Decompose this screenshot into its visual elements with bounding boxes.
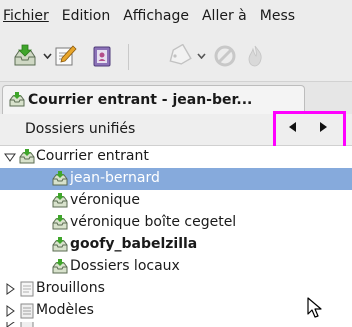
menu-affichage-label: Affichage (123, 8, 189, 24)
write-button[interactable] (53, 42, 77, 70)
tree-row-label: goofy_babelzilla (70, 236, 198, 252)
inbox-folder-icon (52, 259, 68, 274)
menu-aller-a[interactable]: Aller à (195, 8, 253, 24)
address-book-button[interactable] (90, 42, 114, 70)
tree-row-label: jean-bernard (70, 170, 160, 186)
menu-aller-a-label: Aller à (201, 8, 247, 24)
templates-folder-icon (20, 303, 34, 319)
mouse-cursor-icon (307, 297, 322, 318)
tree-row-veronique-cegetel[interactable]: véronique boîte cegetel (0, 212, 352, 234)
delete-button[interactable] (245, 42, 265, 70)
get-mail-button[interactable] (12, 42, 52, 70)
tree-row-label: Brouillons (36, 280, 105, 296)
tree-row-label: Modèles (36, 302, 94, 318)
previous-view-arrow-icon[interactable] (286, 120, 298, 134)
expand-triangle-closed-icon (6, 322, 15, 327)
inbox-folder-icon (52, 215, 68, 230)
tab-title: Courrier entrant - jean-ber... (28, 92, 253, 108)
menu-affichage[interactable]: Affichage (116, 8, 195, 24)
menu-messages[interactable]: Mess (253, 8, 301, 24)
inbox-folder-icon (52, 171, 68, 186)
chevron-down-icon[interactable] (197, 53, 206, 59)
menu-edition[interactable]: Edition (55, 8, 116, 24)
inbox-download-icon (14, 44, 36, 66)
drafts-folder-icon (20, 281, 34, 297)
tree-row-partial (0, 322, 352, 327)
toolbar-separator (128, 44, 129, 70)
tree-row-veronique[interactable]: véronique (0, 190, 352, 212)
block-icon (214, 45, 236, 67)
tree-row-courrier-entrant[interactable]: Courrier entrant (0, 146, 352, 168)
menu-messages-label: Mess (259, 8, 296, 24)
pencil-notepad-icon (55, 45, 77, 66)
tree-row-goofy-babelzilla[interactable]: goofy_babelzilla (0, 234, 352, 256)
menu-edition-label: Edition (61, 8, 111, 24)
tag-button[interactable] (166, 42, 206, 70)
tree-row-jean-bernard[interactable]: jean-bernard (0, 168, 352, 190)
menu-bar: Fichier Edition Affichage Aller à Mess (0, 0, 352, 32)
folder-tree: Courrier entrant jean-bernard véronique … (0, 146, 352, 327)
tree-row-label: Courrier entrant (36, 148, 149, 164)
address-book-icon (93, 46, 111, 67)
tab-inbox[interactable]: Courrier entrant - jean-ber... (2, 85, 305, 114)
inbox-icon (9, 92, 25, 107)
expand-triangle-closed-icon[interactable] (4, 305, 16, 317)
main-toolbar (0, 32, 352, 82)
inbox-folder-icon (52, 193, 68, 208)
inbox-folder-icon (52, 237, 68, 252)
expand-triangle-open-icon[interactable] (4, 151, 16, 163)
tree-row-brouillons[interactable]: Brouillons (0, 278, 352, 300)
tree-row-dossiers-locaux[interactable]: Dossiers locaux (0, 256, 352, 278)
folder-pane-title: Dossiers unifiés (25, 121, 136, 137)
menu-fichier-label: Fichier (3, 8, 49, 24)
tree-row-label: Dossiers locaux (70, 258, 180, 274)
junk-button[interactable] (213, 42, 237, 70)
tree-row-label: véronique (70, 192, 141, 208)
tag-icon (169, 44, 192, 65)
flame-icon (248, 45, 262, 67)
expand-triangle-closed-icon[interactable] (4, 283, 16, 295)
folder-icon (20, 322, 34, 327)
tree-row-label: véronique boîte cegetel (70, 214, 237, 230)
next-view-arrow-icon[interactable] (318, 120, 330, 134)
tab-strip: Courrier entrant - jean-ber... (0, 82, 352, 114)
inbox-folder-icon (19, 149, 35, 164)
tree-row-modeles[interactable]: Modèles (0, 300, 352, 322)
menu-fichier[interactable]: Fichier (0, 8, 55, 24)
chevron-down-icon[interactable] (43, 53, 52, 59)
